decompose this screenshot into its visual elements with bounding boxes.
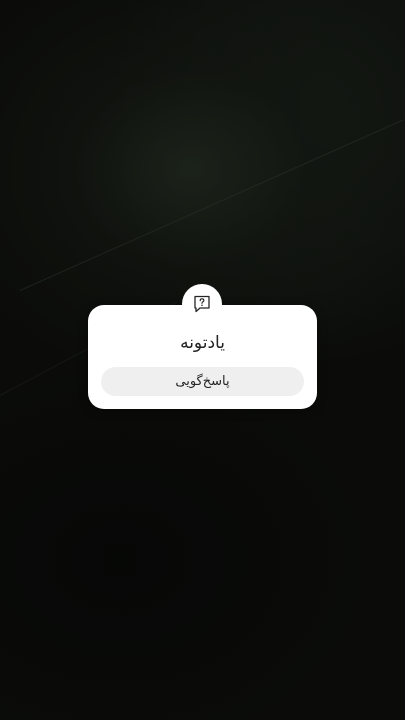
- background-edge-line: [19, 119, 404, 291]
- question-text: یادتونه: [180, 333, 225, 353]
- reply-button[interactable]: پاسخ‌گویی: [101, 367, 304, 396]
- question-bubble-icon-glyph: [194, 295, 210, 313]
- question-bubble-icon: [182, 284, 222, 324]
- reply-button-label: پاسخ‌گویی: [175, 374, 230, 389]
